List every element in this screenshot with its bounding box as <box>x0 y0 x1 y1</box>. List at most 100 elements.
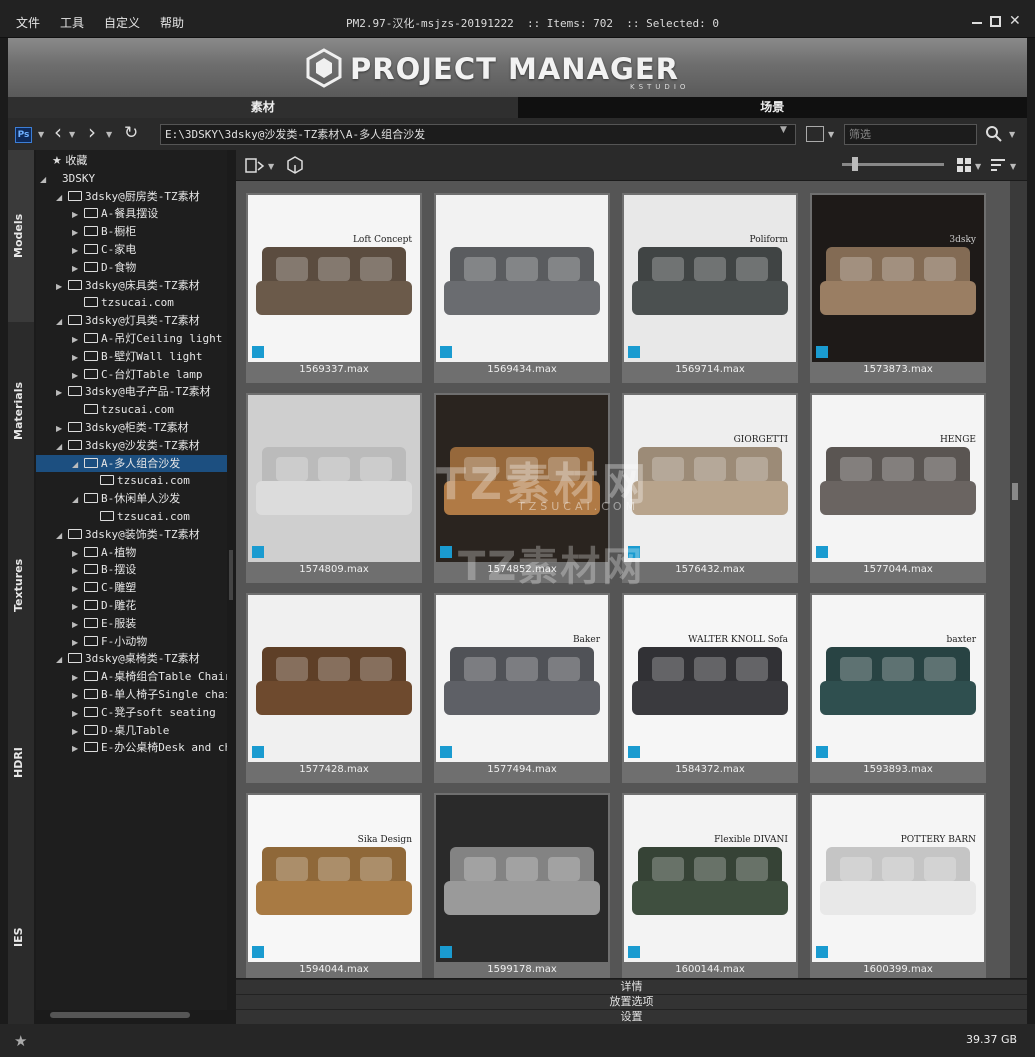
view-options-icon[interactable] <box>806 126 824 142</box>
menu-tools[interactable]: 工具 <box>60 14 84 31</box>
tree-item[interactable]: ▶ B-壁灯Wall light <box>36 348 227 365</box>
tree-item[interactable]: ▶ 3dsky@电子产品-TZ素材 <box>36 383 227 400</box>
model-thumbnail-card[interactable]: POTTERY BARN 1600399.max <box>810 793 986 978</box>
expand-arrow-icon[interactable]: ▶ <box>72 206 84 223</box>
tree-item[interactable]: ◢ 3DSKY <box>36 170 227 187</box>
model-thumbnail-card[interactable]: Sika Design 1594044.max <box>246 793 422 978</box>
maximize-button[interactable] <box>990 16 1001 27</box>
tab-models[interactable]: 素材 <box>8 97 518 118</box>
tree-item[interactable]: ▶ A-餐具摆设 <box>36 205 227 222</box>
tree-item[interactable]: tzsucai.com <box>36 401 227 418</box>
expand-arrow-icon[interactable]: ▶ <box>72 562 84 579</box>
model-thumbnail-card[interactable]: 1574809.max <box>246 393 422 583</box>
tree-item[interactable]: ▶ A-吊灯Ceiling light <box>36 330 227 347</box>
tree-item[interactable]: ▶ 3dsky@柜类-TZ素材 <box>36 419 227 436</box>
expand-arrow-icon[interactable]: ▶ <box>72 669 84 686</box>
model-thumbnail-card[interactable]: 1599178.max <box>434 793 610 978</box>
model-thumbnail-card[interactable]: Baker 1577494.max <box>434 593 610 783</box>
expand-arrow-icon[interactable]: ▶ <box>72 740 84 757</box>
sync-icon[interactable] <box>244 156 266 176</box>
back-dropdown-icon[interactable]: ▼ <box>69 130 75 139</box>
tree-item[interactable]: tzsucai.com <box>36 508 227 525</box>
tree-item[interactable]: ▶ C-凳子soft seating <box>36 704 227 721</box>
tree-item[interactable]: tzsucai.com <box>36 294 227 311</box>
sort-icon[interactable] <box>990 157 1006 173</box>
photoshop-icon[interactable]: Ps <box>15 127 32 143</box>
tree-item[interactable]: ◢ 3dsky@桌椅类-TZ素材 <box>36 650 227 667</box>
placement-options-header[interactable]: 放置选项 <box>236 994 1027 1009</box>
tree-vertical-scrollbar[interactable] <box>229 550 233 600</box>
settings-panel-header[interactable]: 设置 <box>236 1009 1027 1024</box>
tree-item[interactable]: ◢ 3dsky@沙发类-TZ素材 <box>36 437 227 454</box>
tree-item[interactable]: ▶ F-小动物 <box>36 633 227 650</box>
tree-item[interactable]: ▶ 3dsky@床具类-TZ素材 <box>36 277 227 294</box>
expand-arrow-icon[interactable]: ▶ <box>72 242 84 259</box>
expand-arrow-icon[interactable]: ▶ <box>72 331 84 348</box>
tree-item[interactable]: ▶ D-雕花 <box>36 597 227 614</box>
minimize-button[interactable] <box>970 12 984 26</box>
search-dropdown-icon[interactable]: ▼ <box>1009 130 1015 139</box>
side-tab-models[interactable]: Models <box>8 150 34 322</box>
expand-arrow-icon[interactable]: ▶ <box>56 420 68 437</box>
tree-item[interactable]: ◢ 3dsky@装饰类-TZ素材 <box>36 526 227 543</box>
tree-item[interactable]: ▶ E-服装 <box>36 615 227 632</box>
tab-scenes[interactable]: 场景 <box>517 97 1027 118</box>
menu-file[interactable]: 文件 <box>16 14 40 31</box>
tree-item[interactable]: ▶ B-摆设 <box>36 561 227 578</box>
model-thumbnail-card[interactable]: WALTER KNOLL Sofa 1584372.max <box>622 593 798 783</box>
expand-arrow-icon[interactable]: ▶ <box>72 367 84 384</box>
expand-arrow-icon[interactable]: ◢ <box>72 456 84 473</box>
expand-arrow-icon[interactable]: ▶ <box>56 278 68 295</box>
tree-item[interactable]: ▶ A-桌椅组合Table Chair <box>36 668 227 685</box>
expand-arrow-icon[interactable]: ▶ <box>72 580 84 597</box>
expand-arrow-icon[interactable]: ▶ <box>72 598 84 615</box>
view-dropdown-icon[interactable]: ▼ <box>828 130 834 139</box>
expand-arrow-icon[interactable]: ▶ <box>72 634 84 651</box>
tree-item[interactable]: ◢ 3dsky@灯具类-TZ素材 <box>36 312 227 329</box>
expand-arrow-icon[interactable]: ◢ <box>56 651 68 668</box>
path-dropdown-icon[interactable]: ▼ <box>780 125 787 135</box>
expand-arrow-icon[interactable]: ▶ <box>72 224 84 241</box>
grid-view-dropdown-icon[interactable]: ▼ <box>975 162 981 171</box>
expand-arrow-icon[interactable]: ▶ <box>72 723 84 740</box>
expand-arrow-icon[interactable]: ▶ <box>72 616 84 633</box>
menu-help[interactable]: 帮助 <box>160 14 184 31</box>
forward-dropdown-icon[interactable]: ▼ <box>106 130 112 139</box>
expand-arrow-icon[interactable]: ◢ <box>56 527 68 544</box>
ps-dropdown-icon[interactable]: ▼ <box>38 130 44 139</box>
thumbnail-size-slider-thumb[interactable] <box>852 157 858 171</box>
model-thumbnail-card[interactable]: 1569434.max <box>434 193 610 383</box>
grid-scrollbar-thumb[interactable] <box>1012 483 1018 500</box>
back-icon[interactable]: ‹ <box>54 122 62 142</box>
tree-item[interactable]: ▶ D-桌几Table <box>36 722 227 739</box>
model-thumbnail-card[interactable]: 1577428.max <box>246 593 422 783</box>
search-icon[interactable] <box>985 125 1003 143</box>
tree-item[interactable]: ▶ D-食物 <box>36 259 227 276</box>
expand-arrow-icon[interactable]: ◢ <box>56 438 68 455</box>
model-thumbnail-card[interactable]: 3dsky 1573873.max <box>810 193 986 383</box>
grid-vertical-scrollbar[interactable] <box>1010 181 1027 978</box>
expand-arrow-icon[interactable]: ◢ <box>56 189 68 206</box>
forward-icon[interactable]: › <box>88 122 96 142</box>
model-thumbnail-card[interactable]: HENGE 1577044.max <box>810 393 986 583</box>
expand-arrow-icon[interactable]: ▶ <box>56 384 68 401</box>
expand-arrow-icon[interactable]: ◢ <box>40 171 52 188</box>
tree-item[interactable]: ▶ B-单人椅子Single chair <box>36 686 227 703</box>
tree-item[interactable]: ▶ C-家电 <box>36 241 227 258</box>
grid-view-icon[interactable] <box>956 157 972 173</box>
model-thumbnail-card[interactable]: Loft Concept 1569337.max <box>246 193 422 383</box>
tree-item[interactable]: ▶ C-雕塑 <box>36 579 227 596</box>
close-button[interactable]: ✕ <box>1009 14 1023 28</box>
path-field[interactable]: E:\3DSKY\3dsky@沙发类-TZ素材\A-多人组合沙发 <box>160 124 796 145</box>
tree-item[interactable]: ★ 收藏 <box>36 152 227 169</box>
box-model-icon[interactable] <box>284 155 306 175</box>
model-thumbnail-card[interactable]: baxter 1593893.max <box>810 593 986 783</box>
tree-horizontal-scrollbar[interactable] <box>50 1012 190 1018</box>
expand-arrow-icon[interactable]: ◢ <box>72 491 84 508</box>
filter-input[interactable]: 筛选 <box>844 124 977 145</box>
expand-arrow-icon[interactable]: ▶ <box>72 705 84 722</box>
model-thumbnail-card[interactable]: Poliform 1569714.max <box>622 193 798 383</box>
sort-dropdown-icon[interactable]: ▼ <box>1010 162 1016 171</box>
favorite-star-icon[interactable]: ★ <box>14 1032 27 1050</box>
tree-item[interactable]: ▶ E-办公桌椅Desk and chair <box>36 739 227 756</box>
